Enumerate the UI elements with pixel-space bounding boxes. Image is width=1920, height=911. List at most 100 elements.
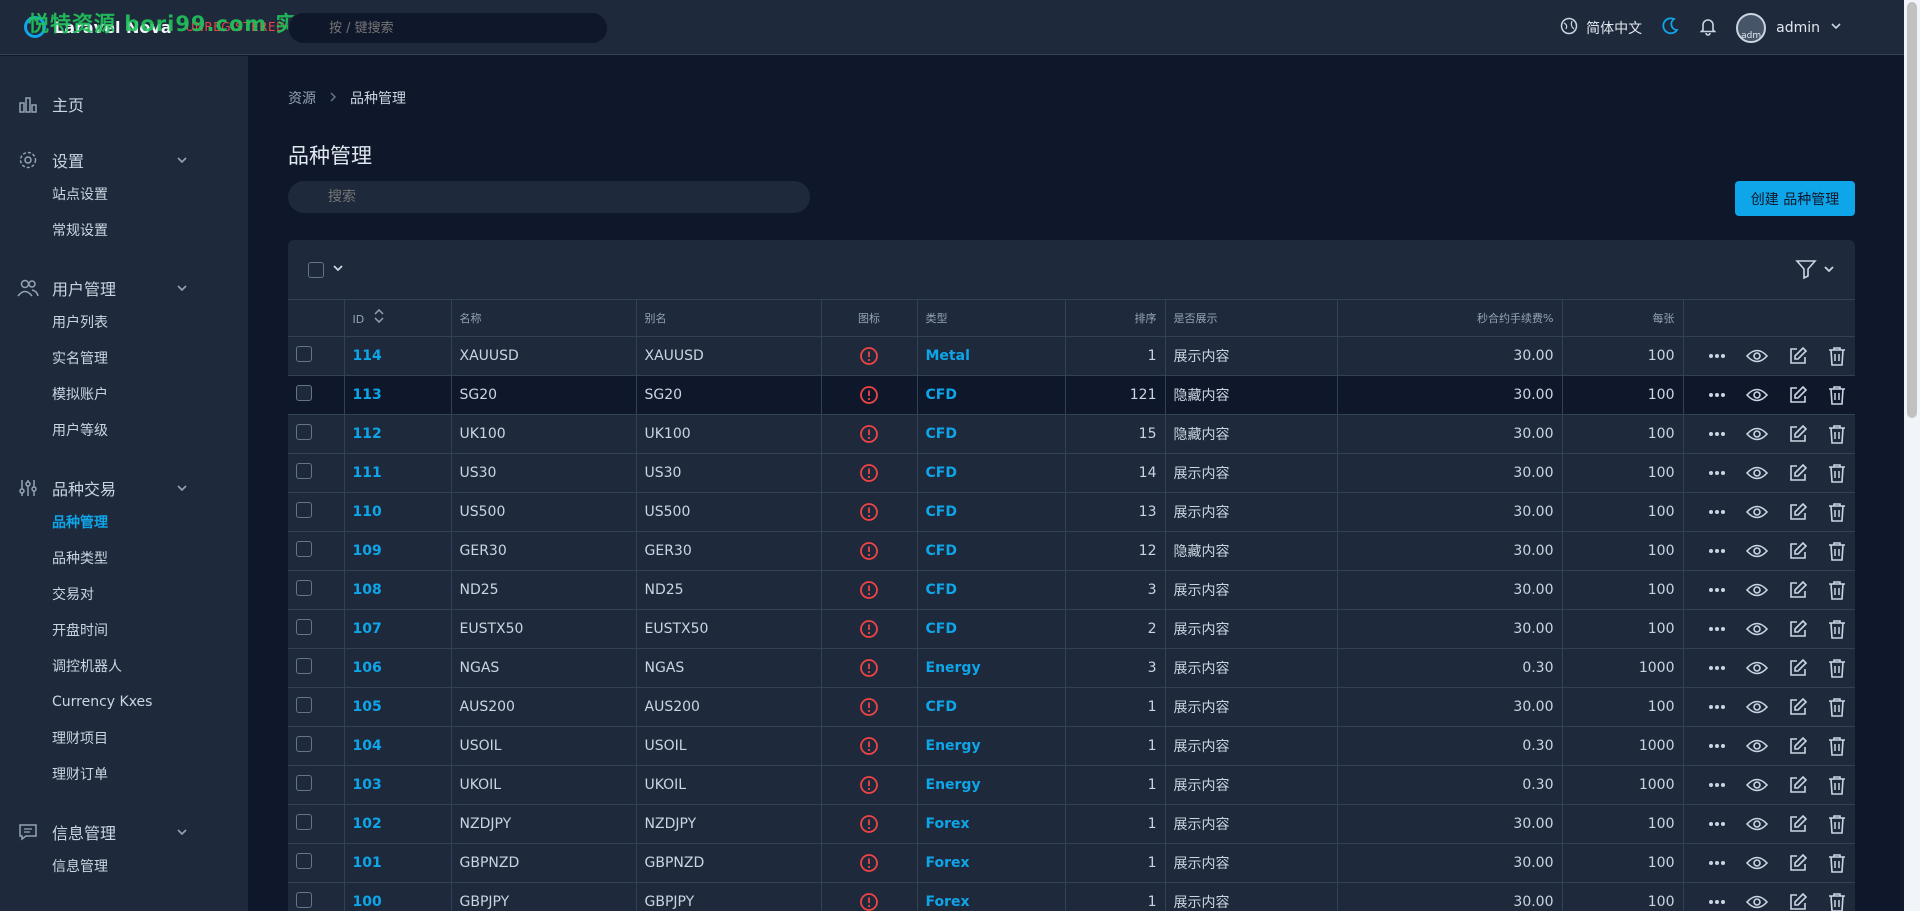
view-icon[interactable] [1745, 543, 1768, 559]
cell-id[interactable]: 104 [344, 726, 452, 766]
cell-type[interactable]: CFD [917, 531, 1066, 571]
table-row[interactable]: 114 XAUUSD XAUUSD Metal 1 展示内容 30.00 100 [288, 336, 1855, 376]
sort-icon[interactable] [374, 309, 384, 326]
more-actions-icon[interactable] [1708, 860, 1726, 866]
delete-icon[interactable] [1828, 385, 1846, 405]
edit-icon[interactable] [1788, 385, 1808, 405]
select-all-dropdown[interactable] [308, 262, 344, 278]
more-actions-icon[interactable] [1708, 587, 1726, 593]
row-checkbox[interactable] [296, 384, 312, 401]
edit-icon[interactable] [1788, 619, 1808, 639]
cell-id[interactable]: 109 [344, 531, 452, 571]
moon-icon[interactable] [1660, 16, 1680, 40]
filter-button[interactable] [1795, 258, 1835, 284]
sidebar-section-settings[interactable]: 设置 [0, 144, 248, 176]
table-row[interactable]: 101 GBPNZD GBPNZD Forex 1 展示内容 30.00 100 [288, 843, 1855, 883]
edit-icon[interactable] [1788, 541, 1808, 561]
more-actions-icon[interactable] [1708, 899, 1726, 905]
cell-id[interactable]: 105 [344, 687, 452, 727]
table-row[interactable]: 108 ND25 ND25 CFD 3 展示内容 30.00 100 [288, 570, 1855, 610]
view-icon[interactable] [1745, 660, 1768, 676]
view-icon[interactable] [1745, 348, 1768, 364]
more-actions-icon[interactable] [1708, 743, 1726, 749]
delete-icon[interactable] [1828, 541, 1846, 561]
more-actions-icon[interactable] [1708, 392, 1726, 398]
edit-icon[interactable] [1788, 736, 1808, 756]
row-checkbox[interactable] [296, 696, 312, 713]
sidebar-item-symbol-types[interactable]: 品种类型 [0, 540, 248, 576]
view-icon[interactable] [1745, 816, 1768, 832]
select-all-checkbox[interactable] [308, 262, 324, 278]
view-icon[interactable] [1745, 699, 1768, 715]
table-row[interactable]: 109 GER30 GER30 CFD 12 隐藏内容 30.00 100 [288, 531, 1855, 571]
view-icon[interactable] [1745, 621, 1768, 637]
delete-icon[interactable] [1828, 502, 1846, 522]
sidebar-item-finance-orders[interactable]: 理财订单 [0, 756, 248, 792]
table-row[interactable]: 102 NZDJPY NZDJPY Forex 1 展示内容 30.00 100 [288, 804, 1855, 844]
table-row[interactable]: 100 GBPJPY GBPJPY Forex 1 展示内容 30.00 100 [288, 882, 1855, 911]
cell-type[interactable]: Metal [917, 336, 1066, 376]
sidebar-section-users[interactable]: 用户管理 [0, 272, 248, 304]
edit-icon[interactable] [1788, 775, 1808, 795]
sidebar-item-general-settings[interactable]: 常规设置 [0, 212, 248, 248]
more-actions-icon[interactable] [1708, 509, 1726, 515]
sidebar-item-currency-kxes[interactable]: Currency Kxes [0, 684, 248, 720]
cell-id[interactable]: 112 [344, 414, 452, 454]
row-checkbox[interactable] [296, 891, 312, 908]
cell-id[interactable]: 108 [344, 570, 452, 610]
breadcrumb-resources[interactable]: 资源 [288, 88, 316, 108]
more-actions-icon[interactable] [1708, 470, 1726, 476]
cell-id[interactable]: 101 [344, 843, 452, 883]
row-checkbox[interactable] [296, 774, 312, 791]
table-row[interactable]: 113 SG20 SG20 CFD 121 隐藏内容 30.00 100 [288, 375, 1855, 415]
table-row[interactable]: 104 USOIL USOIL Energy 1 展示内容 0.30 1000 [288, 726, 1855, 766]
edit-icon[interactable] [1788, 580, 1808, 600]
global-search-input[interactable] [288, 12, 608, 44]
row-checkbox[interactable] [296, 852, 312, 869]
delete-icon[interactable] [1828, 580, 1846, 600]
delete-icon[interactable] [1828, 424, 1846, 444]
cell-id[interactable]: 107 [344, 609, 452, 649]
row-checkbox[interactable] [296, 813, 312, 830]
sidebar-section-trading[interactable]: 品种交易 [0, 472, 248, 504]
table-row[interactable]: 106 NGAS NGAS Energy 3 展示内容 0.30 1000 [288, 648, 1855, 688]
delete-icon[interactable] [1828, 736, 1846, 756]
sidebar-item-demo-account[interactable]: 模拟账户 [0, 376, 248, 412]
row-checkbox[interactable] [296, 540, 312, 557]
cell-id[interactable]: 110 [344, 492, 452, 532]
delete-icon[interactable] [1828, 463, 1846, 483]
edit-icon[interactable] [1788, 892, 1808, 911]
cell-type[interactable]: CFD [917, 414, 1066, 454]
cell-type[interactable]: Forex [917, 882, 1066, 911]
delete-icon[interactable] [1828, 775, 1846, 795]
delete-icon[interactable] [1828, 853, 1846, 873]
row-checkbox[interactable] [296, 462, 312, 479]
row-checkbox[interactable] [296, 345, 312, 362]
more-actions-icon[interactable] [1708, 665, 1726, 671]
cell-type[interactable]: CFD [917, 453, 1066, 493]
sidebar-item-site-settings[interactable]: 站点设置 [0, 176, 248, 212]
view-icon[interactable] [1745, 504, 1768, 520]
view-icon[interactable] [1745, 426, 1768, 442]
cell-type[interactable]: Forex [917, 804, 1066, 844]
delete-icon[interactable] [1828, 814, 1846, 834]
cell-id[interactable]: 111 [344, 453, 452, 493]
sidebar-item-opening-hours[interactable]: 开盘时间 [0, 612, 248, 648]
table-row[interactable]: 111 US30 US30 CFD 14 展示内容 30.00 100 [288, 453, 1855, 493]
sidebar-home[interactable]: 主页 [0, 88, 248, 120]
table-row[interactable]: 110 US500 US500 CFD 13 展示内容 30.00 100 [288, 492, 1855, 532]
resource-search-input[interactable] [288, 181, 810, 213]
view-icon[interactable] [1745, 465, 1768, 481]
sidebar-item-trading-pairs[interactable]: 交易对 [0, 576, 248, 612]
edit-icon[interactable] [1788, 814, 1808, 834]
edit-icon[interactable] [1788, 424, 1808, 444]
more-actions-icon[interactable] [1708, 704, 1726, 710]
cell-type[interactable]: CFD [917, 492, 1066, 532]
more-actions-icon[interactable] [1708, 431, 1726, 437]
row-checkbox[interactable] [296, 423, 312, 440]
sidebar-item-control-robot[interactable]: 调控机器人 [0, 648, 248, 684]
more-actions-icon[interactable] [1708, 782, 1726, 788]
table-row[interactable]: 107 EUSTX50 EUSTX50 CFD 2 展示内容 30.00 100 [288, 609, 1855, 649]
cell-type[interactable]: CFD [917, 687, 1066, 727]
edit-icon[interactable] [1788, 658, 1808, 678]
